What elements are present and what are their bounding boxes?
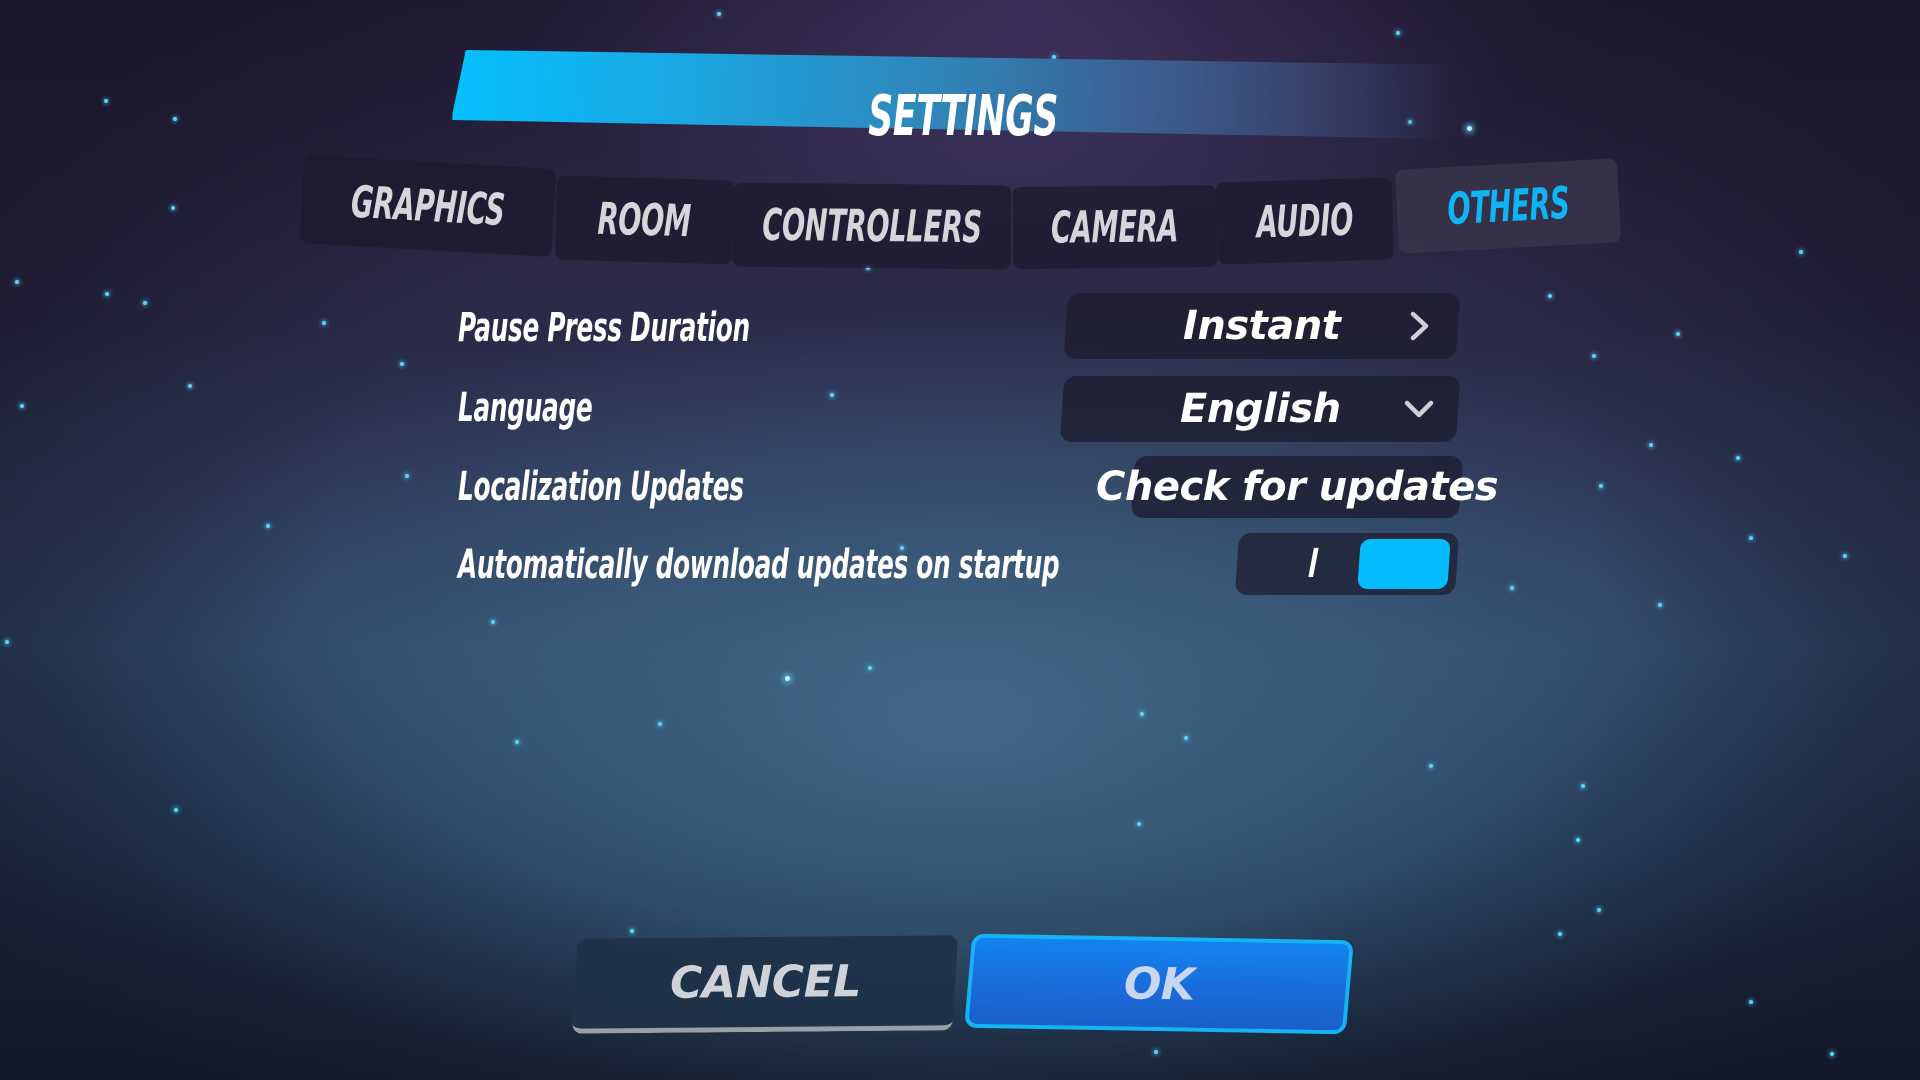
star xyxy=(405,474,409,478)
star xyxy=(1184,736,1188,740)
tab-bar: GRAPHICS ROOM CONTROLLERS CAMERA AUDIO O… xyxy=(0,0,1920,280)
star xyxy=(1830,1052,1834,1056)
star xyxy=(1510,586,1514,590)
tab-graphics[interactable]: GRAPHICS xyxy=(299,155,557,257)
star xyxy=(515,740,519,744)
star xyxy=(188,384,192,388)
star xyxy=(1429,764,1433,768)
star xyxy=(400,362,404,366)
star xyxy=(1843,554,1847,558)
pause-press-duration-selector[interactable]: Instant xyxy=(1063,293,1461,359)
language-value: English xyxy=(1179,386,1341,432)
star xyxy=(1749,536,1753,540)
chevron-right-icon[interactable] xyxy=(1402,309,1436,343)
star xyxy=(1599,484,1603,488)
star xyxy=(1576,838,1580,842)
star xyxy=(785,676,790,681)
star xyxy=(1140,712,1144,716)
localization-updates-label: Localization Updates xyxy=(458,464,744,510)
star xyxy=(1558,932,1562,936)
star xyxy=(174,808,178,812)
star xyxy=(630,929,634,933)
tab-audio[interactable]: AUDIO xyxy=(1215,177,1395,265)
star xyxy=(1658,603,1662,607)
star xyxy=(1592,354,1596,358)
star xyxy=(1736,456,1740,460)
star xyxy=(266,524,270,528)
star xyxy=(322,321,326,325)
star xyxy=(105,292,109,296)
star xyxy=(658,722,662,726)
auto-download-toggle[interactable]: I xyxy=(1234,533,1460,595)
star xyxy=(1581,784,1585,788)
star xyxy=(5,640,9,644)
tab-room[interactable]: ROOM xyxy=(554,175,735,265)
star xyxy=(830,393,834,397)
language-dropdown[interactable]: English xyxy=(1059,376,1461,442)
toggle-knob[interactable] xyxy=(1357,539,1451,589)
language-label: Language xyxy=(458,385,593,431)
toggle-on-indicator: I xyxy=(1306,541,1320,587)
star xyxy=(143,301,147,305)
star xyxy=(1749,1000,1753,1004)
pause-press-duration-label: Pause Press Duration xyxy=(458,305,750,351)
chevron-down-icon[interactable] xyxy=(1402,392,1436,426)
tab-others[interactable]: OTHERS xyxy=(1394,158,1622,254)
star xyxy=(1676,332,1680,336)
star xyxy=(1137,822,1141,826)
cancel-button[interactable]: CANCEL xyxy=(571,935,959,1034)
star xyxy=(1154,1050,1158,1054)
star xyxy=(1649,443,1653,447)
ok-button[interactable]: OK xyxy=(964,933,1354,1035)
tab-camera[interactable]: CAMERA xyxy=(1012,184,1218,270)
star xyxy=(1548,294,1552,298)
star xyxy=(15,280,19,284)
tab-controllers[interactable]: CONTROLLERS xyxy=(732,182,1012,270)
pause-press-duration-value: Instant xyxy=(1183,303,1341,349)
star xyxy=(20,404,24,408)
check-for-updates-button[interactable]: Check for updates xyxy=(1096,456,1498,518)
star xyxy=(491,620,495,624)
star xyxy=(868,666,872,670)
star xyxy=(1597,908,1601,912)
